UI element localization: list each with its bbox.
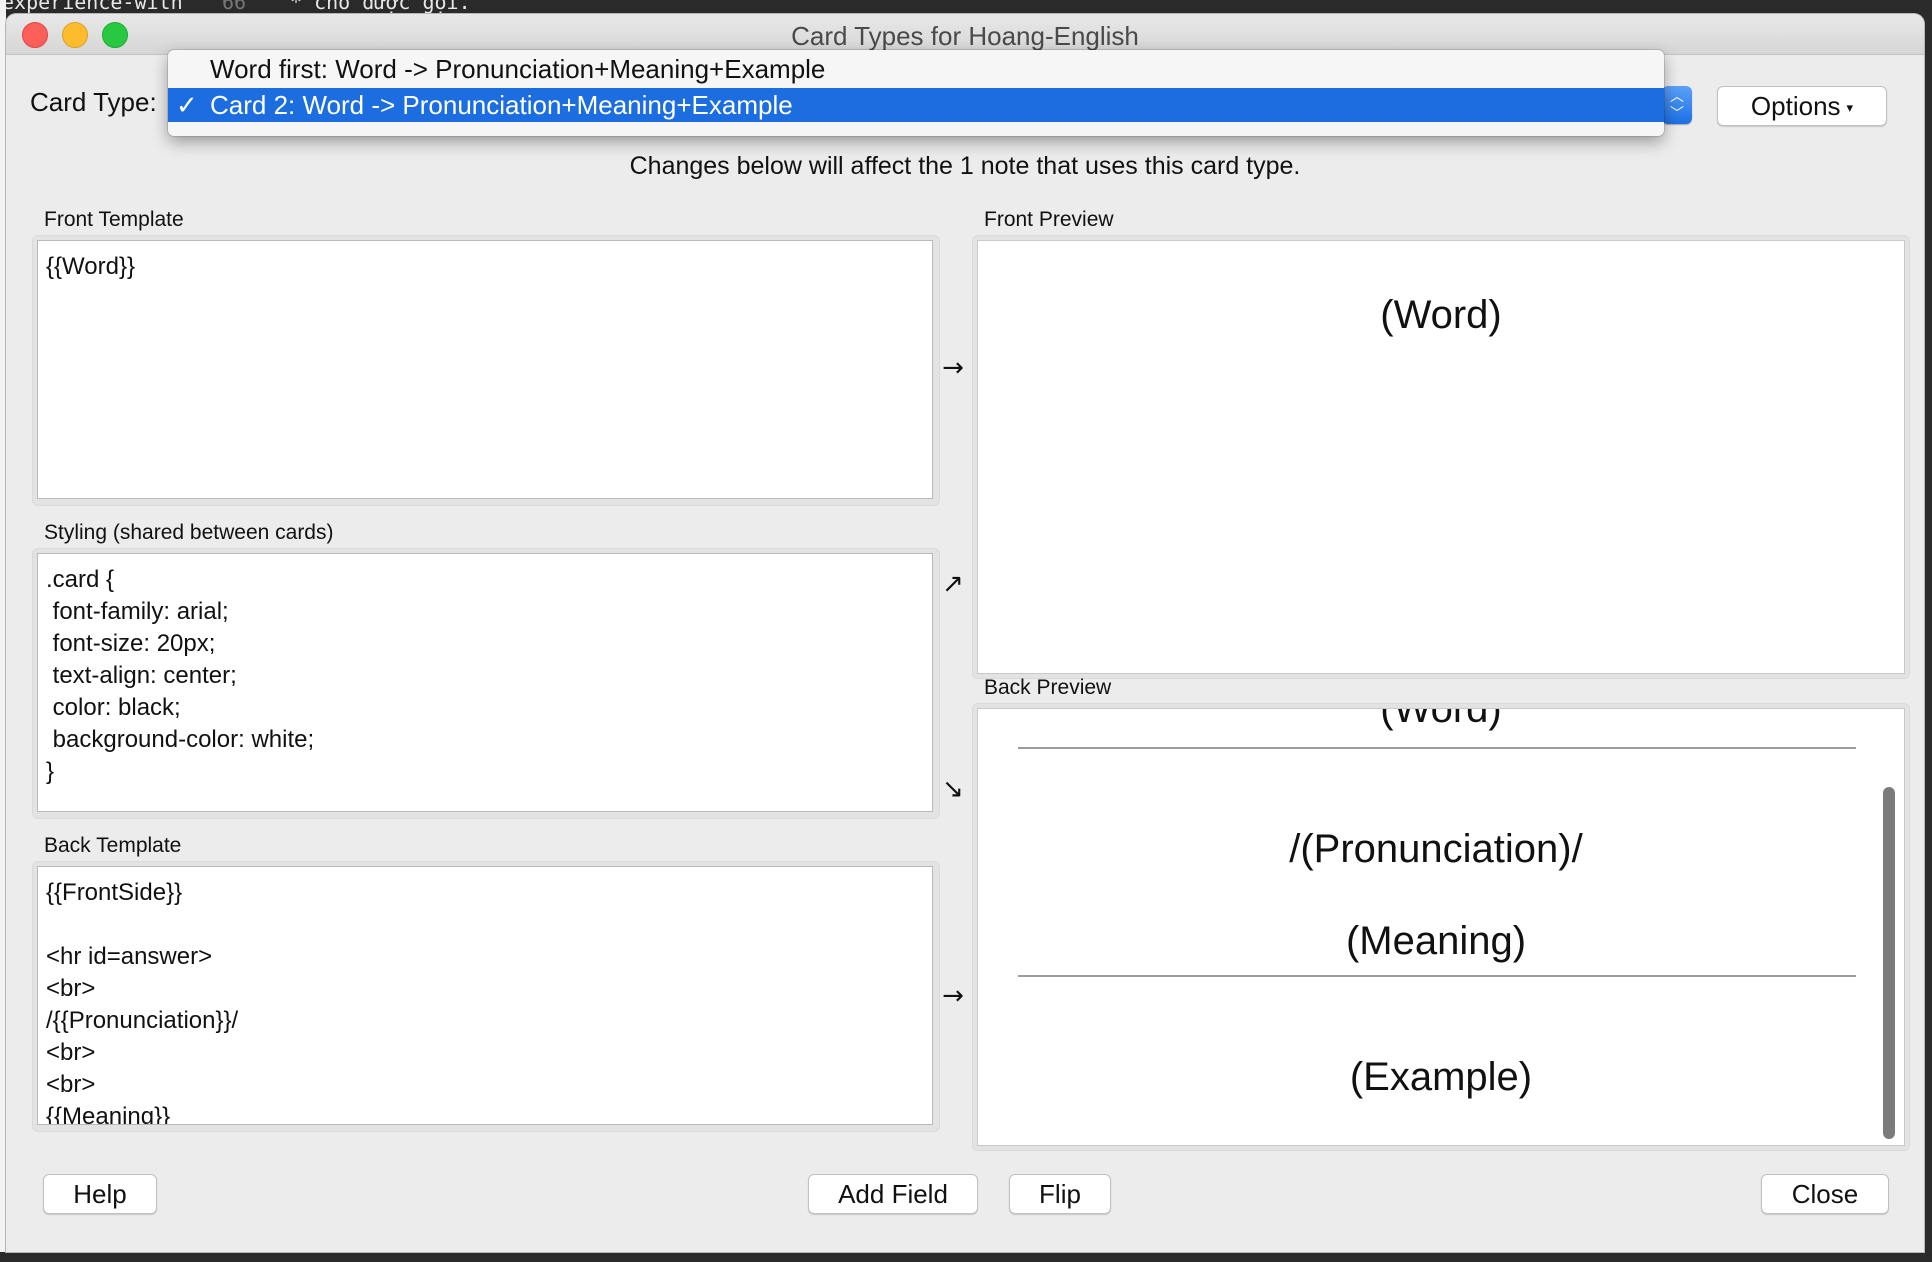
add-field-button[interactable]: Add Field	[808, 1174, 978, 1214]
front-preview-label: Front Preview	[984, 208, 1114, 231]
card-type-option-label: Card 2: Word -> Pronunciation+Meaning+Ex…	[210, 90, 793, 120]
affected-notes-info: Changes below will affect the 1 note tha…	[629, 152, 1301, 180]
window-title: Card Types for Hoang-English	[791, 21, 1139, 51]
arrow-right-icon: →	[942, 353, 964, 383]
chevron-up-icon: ︿	[1670, 88, 1684, 104]
card-type-label: Card Type:	[30, 87, 157, 117]
options-button-label: Options	[1750, 91, 1841, 121]
card-type-option-word-first[interactable]: Word first: Word -> Pronunciation+Meanin…	[168, 52, 1664, 86]
back-preview-example: (Example)	[1349, 1055, 1533, 1099]
front-preview-word: (Word)	[1380, 293, 1502, 337]
checkmark-icon: ✓	[176, 90, 198, 120]
arrow-right-icon: →	[942, 981, 964, 1011]
options-button[interactable]: Options ▾	[1717, 86, 1887, 126]
back-preview-meaning: (Meaning)	[1345, 919, 1527, 963]
card-type-dropdown-menu[interactable]: Word first: Word -> Pronunciation+Meanin…	[168, 50, 1664, 136]
background-editor-strip: experience-with 66 * cho được gọi.	[0, 0, 1932, 14]
card-type-option-card-2[interactable]: ✓ Card 2: Word -> Pronunciation+Meaning+…	[168, 88, 1664, 122]
background-bottom-strip	[0, 1252, 1932, 1262]
card-type-popup-stepper[interactable]: ︿ ﹀	[1662, 86, 1692, 124]
chevron-down-icon: ﹀	[1670, 105, 1684, 121]
arrow-up-right-icon: ↗	[942, 569, 964, 599]
caret-down-icon: ▾	[1846, 100, 1854, 116]
background-text: * cho được gọi.	[290, 0, 471, 14]
styling-editor[interactable]: .card { font-family: arial; font-size: 2…	[37, 553, 933, 812]
back-preview-panel[interactable]: (Word) /(Pronunciation)/ (Meaning) (Exam…	[977, 708, 1905, 1146]
front-preview-panel[interactable]: (Word)	[977, 240, 1905, 674]
answer-divider	[1018, 747, 1856, 749]
card-types-window: Card Types for Hoang-English Card Type: …	[6, 14, 1924, 1252]
background-text: experience-with	[2, 0, 183, 14]
flip-button[interactable]: Flip	[1009, 1174, 1111, 1214]
front-template-label: Front Template	[44, 208, 184, 231]
card-type-option-label: Word first: Word -> Pronunciation+Meanin…	[210, 54, 826, 84]
back-preview-scrollbar[interactable]	[1883, 787, 1895, 1139]
back-preview-word: (Word)	[1380, 708, 1502, 731]
back-preview-pronunciation: /(Pronunciation)/	[1289, 827, 1583, 871]
example-divider	[1018, 975, 1856, 977]
back-preview-label: Back Preview	[984, 676, 1112, 699]
close-button[interactable]: Close	[1761, 1174, 1889, 1214]
back-template-label: Back Template	[44, 834, 182, 857]
background-line-number: 66	[222, 0, 247, 14]
help-button[interactable]: Help	[43, 1174, 157, 1214]
styling-label: Styling (shared between cards)	[44, 521, 334, 544]
arrow-down-right-icon: ↘	[942, 774, 964, 804]
title-bar[interactable]: Card Types for Hoang-English	[6, 14, 1924, 55]
back-template-editor[interactable]: {{FrontSide}} <hr id=answer> <br> /{{Pro…	[37, 866, 933, 1125]
front-template-editor[interactable]: {{Word}}	[37, 240, 933, 499]
